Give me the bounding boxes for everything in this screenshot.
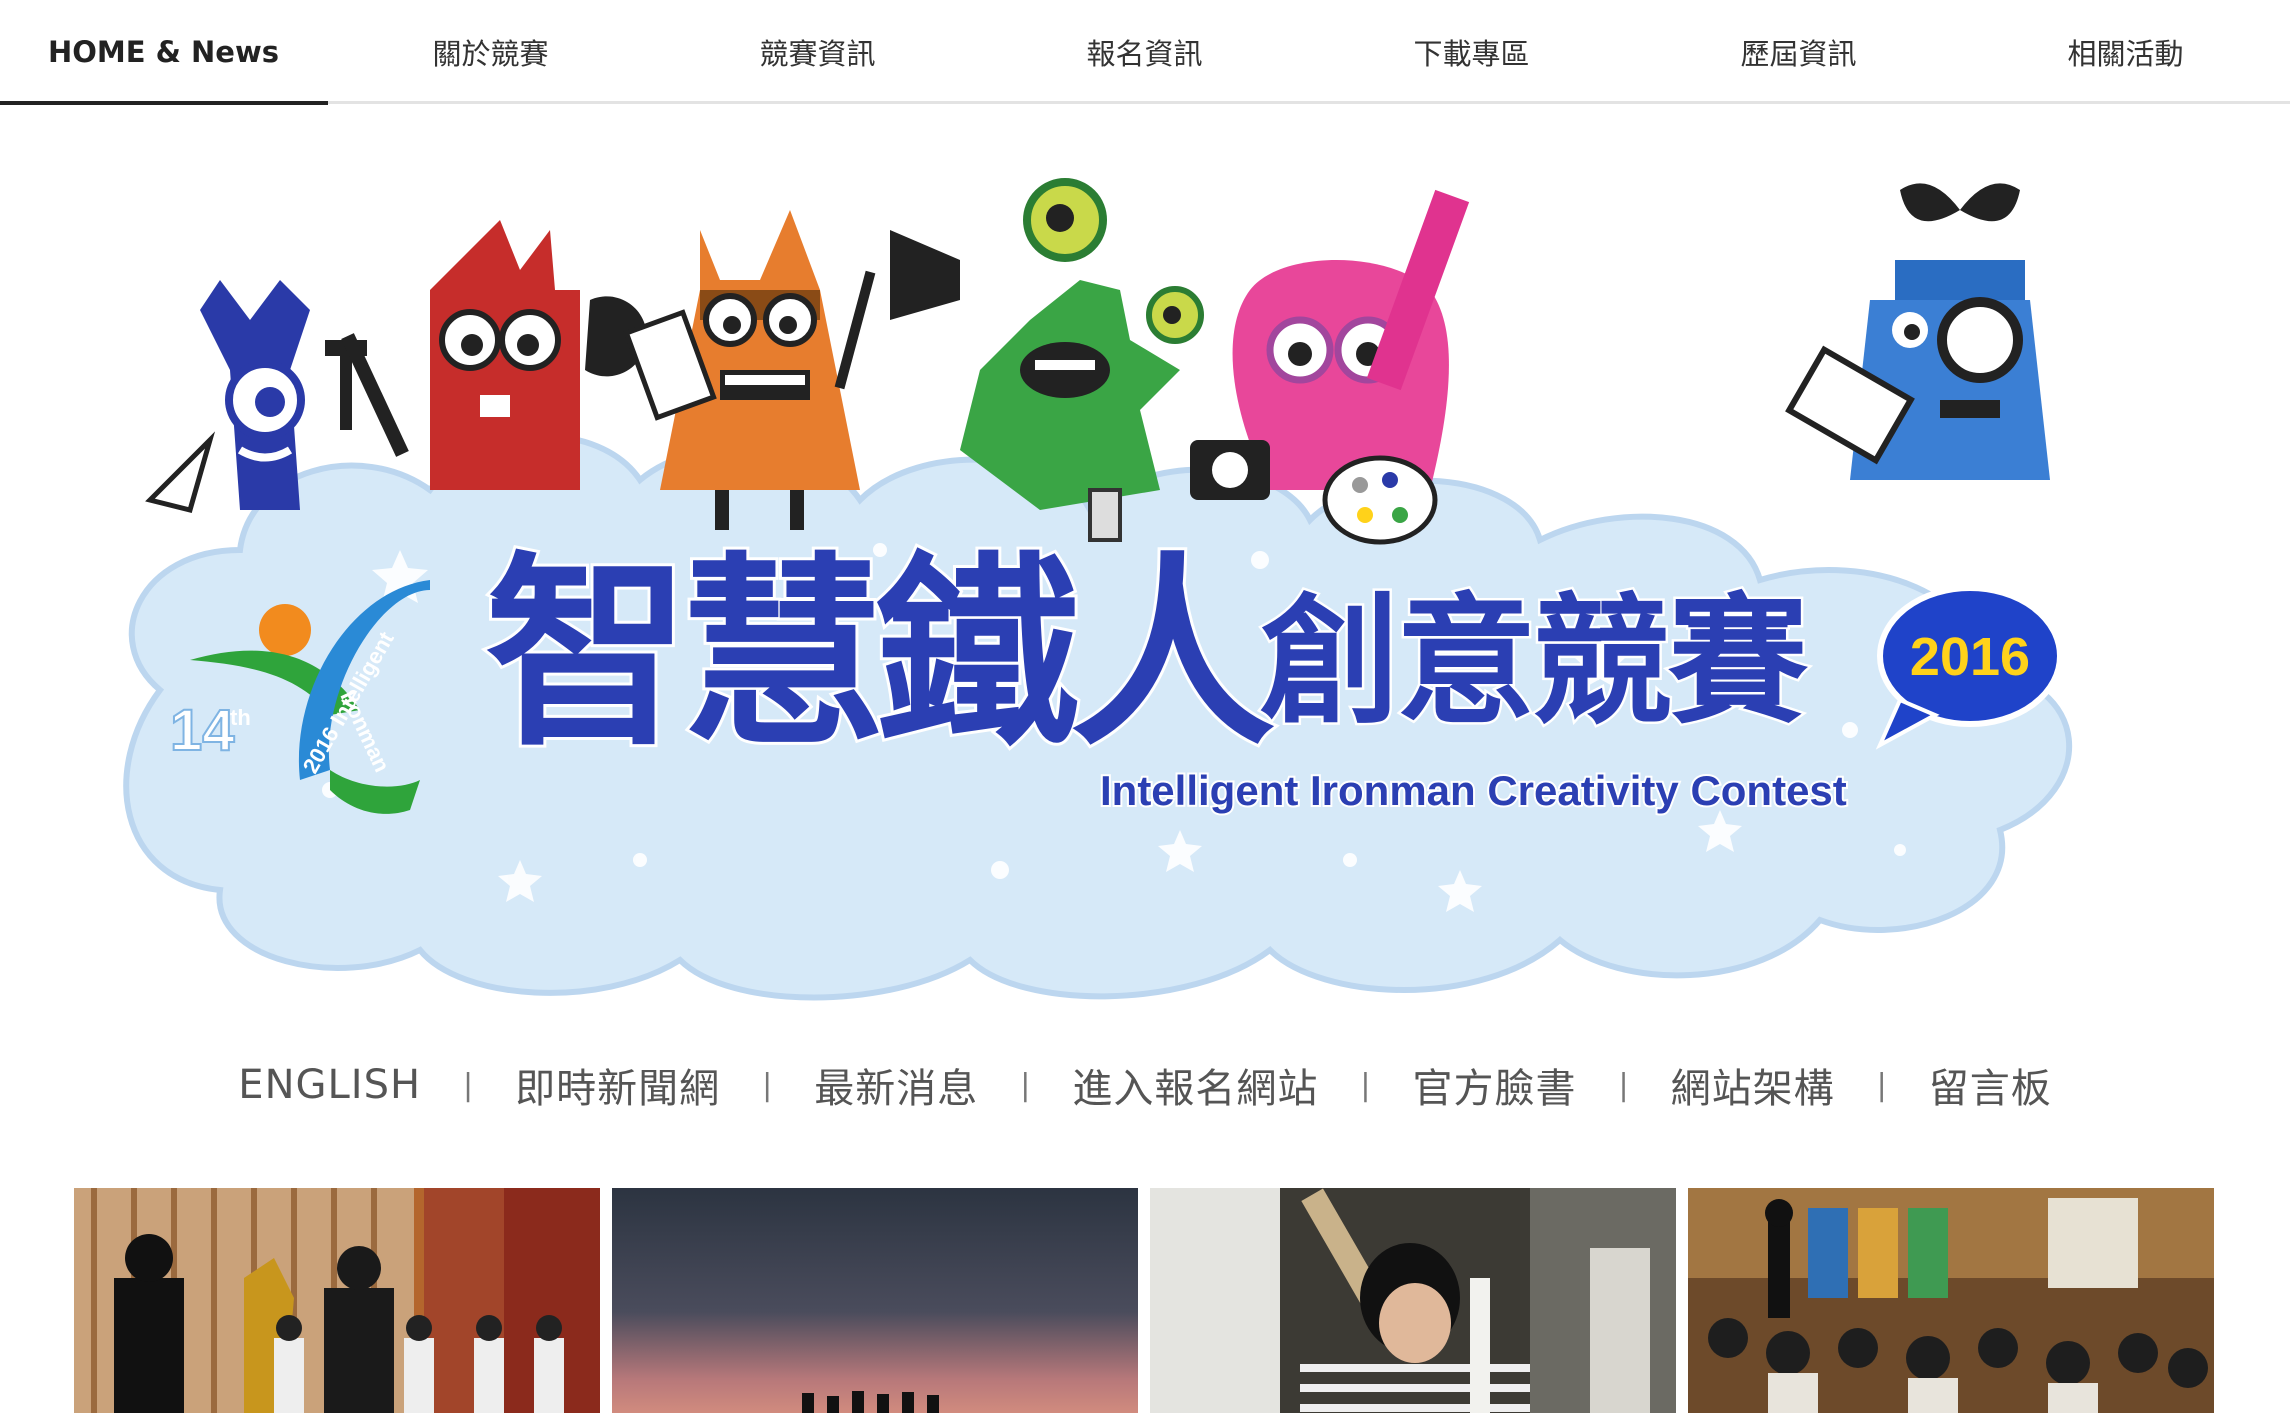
banner-title-en: Intelligent Ironman Creativity Contest [1100,767,1847,814]
photo-award-ceremony[interactable] [74,1188,600,1413]
link-separator: | [1876,1067,1887,1103]
nav-related-events[interactable]: 相關活動 [1962,0,2289,104]
link-live-news[interactable]: 即時新聞網 [473,1056,762,1114]
link-english[interactable]: ENGLISH [196,1062,463,1108]
monster-artist-illustration [623,210,876,530]
photo-student-working[interactable] [1150,1188,1676,1413]
link-separator: | [1020,1067,1031,1103]
link-separator: | [1618,1067,1629,1103]
year-badge-text: 2016 [1910,627,2030,687]
link-sitemap[interactable]: 網站架構 [1629,1056,1877,1114]
nav-active-indicator [0,101,328,105]
banner-title-zh-main: 智慧鐵人 [485,536,1275,774]
quick-links: ENGLISH | 即時新聞網 | 最新消息 | 進入報名網站 | 官方臉書 |… [0,1050,2290,1120]
top-navigation: HOME & News 關於競賽 競賽資訊 報名資訊 下載專區 歷屆資訊 相關活… [0,0,2290,105]
contest-banner: 14 th 2016 Intelligent Ironman 智慧鐵人 創意競賽… [100,170,2190,1030]
nav-contest-info[interactable]: 競賽資訊 [654,0,981,104]
link-facebook[interactable]: 官方臉書 [1370,1056,1618,1114]
photo-auditorium-audience[interactable] [1688,1188,2214,1413]
banner-title-zh-sub: 創意競賽 [1260,581,1808,744]
link-message-board[interactable]: 留言板 [1887,1056,2094,1114]
monster-robot-illustration [1785,183,2050,480]
nav-past-info[interactable]: 歷屆資訊 [1635,0,1962,104]
link-separator: | [1360,1067,1371,1103]
logo-edition: 14 [170,698,235,763]
link-latest-news[interactable]: 最新消息 [772,1056,1020,1114]
nav-downloads[interactable]: 下載專區 [1308,0,1635,104]
nav-about[interactable]: 關於競賽 [327,0,654,104]
link-separator: | [762,1067,773,1103]
logo-edition-sup: th [230,705,251,730]
monster-photographer-illustration [1190,189,1470,545]
link-registration-site[interactable]: 進入報名網站 [1030,1056,1360,1114]
link-separator: | [463,1067,474,1103]
nav-registration-info[interactable]: 報名資訊 [981,0,1308,104]
photo-sunset-silhouettes[interactable] [612,1188,1138,1413]
nav-home-news[interactable]: HOME & News [0,0,327,104]
